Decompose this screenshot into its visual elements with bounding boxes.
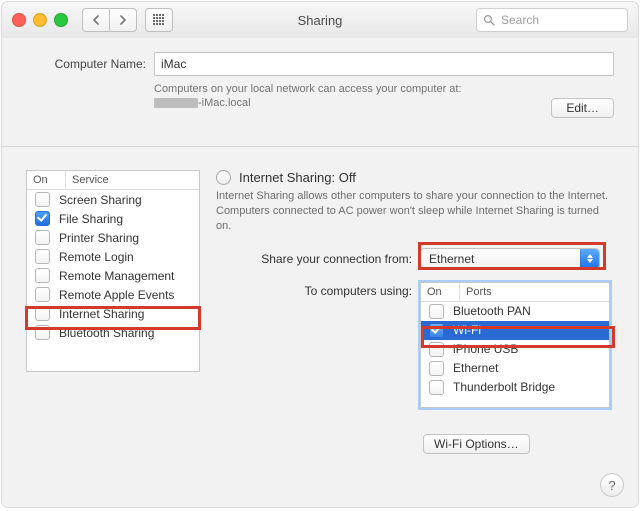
service-checkbox[interactable] — [35, 211, 50, 226]
port-checkbox-cell — [421, 342, 451, 357]
to-computers-row: To computers using: On Ports Bluetooth P… — [216, 282, 620, 408]
service-detail-panel: Internet Sharing: Off Internet Sharing a… — [216, 170, 620, 408]
service-checkbox-cell — [27, 230, 57, 245]
service-checkbox-cell — [27, 192, 57, 207]
port-row[interactable]: Thunderbolt Bridge — [421, 378, 609, 397]
ports-header: On Ports — [421, 283, 609, 302]
computer-name-label: Computer Name: — [26, 57, 154, 71]
service-label: Remote Management — [57, 269, 199, 283]
service-checkbox-cell — [27, 268, 57, 283]
port-checkbox[interactable] — [429, 304, 444, 319]
nav-buttons — [82, 8, 137, 32]
col-on: On — [421, 283, 460, 301]
share-from-row: Share your connection from: Ethernet — [216, 248, 620, 270]
close-window-button[interactable] — [12, 13, 26, 27]
service-row[interactable]: Remote Apple Events — [27, 285, 199, 304]
services-header: On Service — [27, 171, 199, 190]
search-icon — [483, 14, 495, 26]
port-checkbox[interactable] — [429, 342, 444, 357]
col-on: On — [27, 171, 66, 189]
redacted-hostname — [154, 98, 198, 108]
service-label: Remote Apple Events — [57, 288, 199, 302]
divider — [2, 146, 638, 147]
service-checkbox[interactable] — [35, 287, 50, 302]
service-checkbox-cell — [27, 211, 57, 226]
popup-arrows-icon — [580, 249, 599, 269]
port-row[interactable]: Bluetooth PAN — [421, 302, 609, 321]
service-row[interactable]: Screen Sharing — [27, 190, 199, 209]
note-text: Computers on your local network can acce… — [154, 83, 462, 95]
port-label: Ethernet — [451, 361, 609, 375]
service-checkbox-cell — [27, 249, 57, 264]
service-checkbox-cell — [27, 325, 57, 340]
port-checkbox-cell — [421, 323, 451, 338]
services-list[interactable]: On Service Screen Sharing File Sharing Pri… — [26, 170, 200, 372]
service-row[interactable]: File Sharing — [27, 209, 199, 228]
sharing-preferences-window: Sharing Computer Name: Computers on your… — [2, 2, 638, 507]
internet-sharing-title-row: Internet Sharing: Off — [216, 170, 620, 185]
show-all-button[interactable] — [145, 8, 173, 32]
service-checkbox-cell — [27, 306, 57, 321]
port-label: Bluetooth PAN — [451, 304, 609, 318]
search-input[interactable] — [499, 12, 627, 28]
service-checkbox[interactable] — [35, 325, 50, 340]
share-from-value: Ethernet — [429, 252, 474, 266]
port-checkbox-cell — [421, 361, 451, 376]
computer-name-row: Computer Name: — [2, 38, 638, 80]
edit-hostname-button[interactable]: Edit… — [551, 98, 614, 118]
service-label: Internet Sharing — [57, 307, 199, 321]
port-row[interactable]: Wi-Fi — [421, 321, 609, 340]
service-checkbox[interactable] — [35, 306, 50, 321]
wifi-options-button[interactable]: Wi-Fi Options… — [423, 434, 530, 454]
share-from-popup[interactable]: Ethernet — [420, 248, 600, 270]
hostname-suffix: -iMac.local — [198, 97, 251, 109]
search-field[interactable] — [476, 8, 628, 32]
port-checkbox[interactable] — [429, 380, 444, 395]
port-checkbox-cell — [421, 304, 451, 319]
service-checkbox[interactable] — [35, 192, 50, 207]
chevron-right-icon — [119, 15, 127, 25]
port-row[interactable]: iPhone USB — [421, 340, 609, 359]
service-label: File Sharing — [57, 212, 199, 226]
service-label: Screen Sharing — [57, 193, 199, 207]
help-button[interactable]: ? — [600, 473, 624, 497]
service-row[interactable]: Bluetooth Sharing — [27, 323, 199, 342]
port-row[interactable]: Ethernet — [421, 359, 609, 378]
port-label: iPhone USB — [451, 342, 609, 356]
internet-sharing-description: Internet Sharing allows other computers … — [216, 189, 616, 234]
titlebar: Sharing — [2, 2, 638, 39]
service-checkbox[interactable] — [35, 268, 50, 283]
window-controls — [12, 13, 68, 27]
col-service: Service — [66, 171, 199, 189]
service-checkbox[interactable] — [35, 230, 50, 245]
port-checkbox[interactable] — [429, 323, 444, 338]
computer-name-input[interactable] — [154, 52, 614, 76]
service-label: Bluetooth Sharing — [57, 326, 199, 340]
service-label: Printer Sharing — [57, 231, 199, 245]
service-row[interactable]: Remote Login — [27, 247, 199, 266]
service-checkbox-cell — [27, 287, 57, 302]
port-label: Thunderbolt Bridge — [451, 380, 609, 394]
internet-sharing-radio[interactable] — [216, 170, 231, 185]
zoom-window-button[interactable] — [54, 13, 68, 27]
chevron-left-icon — [92, 15, 100, 25]
minimize-window-button[interactable] — [33, 13, 47, 27]
internet-sharing-title: Internet Sharing: Off — [239, 170, 356, 185]
col-ports: Ports — [460, 283, 609, 301]
ports-list[interactable]: On Ports Bluetooth PAN Wi-Fi iPhone USB Eth… — [420, 282, 610, 408]
to-computers-label: To computers using: — [216, 282, 420, 408]
service-row[interactable]: Printer Sharing — [27, 228, 199, 247]
share-from-label: Share your connection from: — [216, 252, 420, 266]
grid-icon — [153, 14, 165, 26]
service-row[interactable]: Remote Management — [27, 266, 199, 285]
back-button[interactable] — [82, 8, 109, 32]
service-label: Remote Login — [57, 250, 199, 264]
port-checkbox[interactable] — [429, 361, 444, 376]
port-label: Wi-Fi — [451, 323, 609, 337]
pane-body: Computer Name: Computers on your local n… — [2, 38, 638, 507]
service-checkbox[interactable] — [35, 249, 50, 264]
service-row[interactable]: Internet Sharing — [27, 304, 199, 323]
port-checkbox-cell — [421, 380, 451, 395]
forward-button[interactable] — [109, 8, 137, 32]
